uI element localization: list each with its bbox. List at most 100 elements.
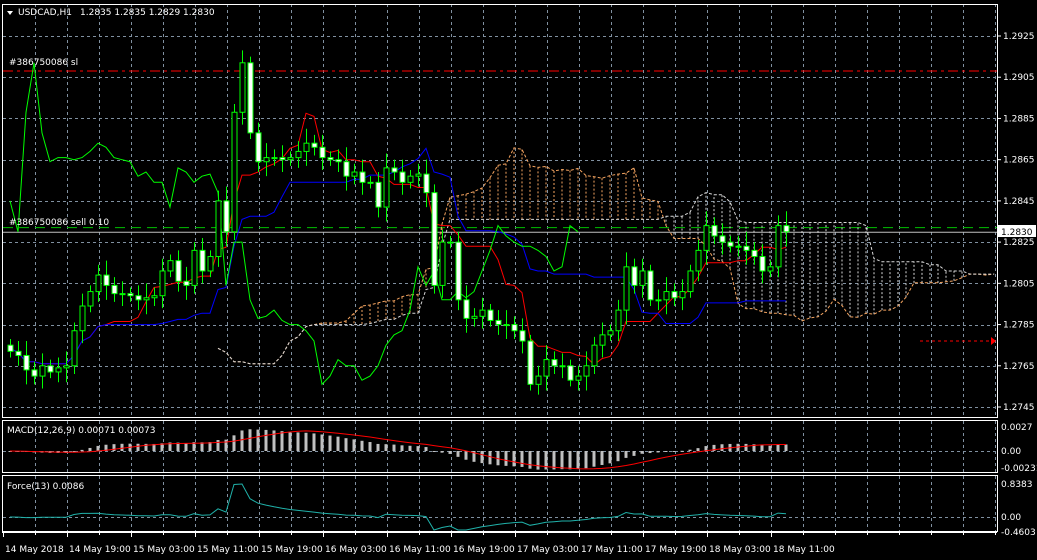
macd-histogram-bar <box>600 451 604 465</box>
candle-body <box>767 266 774 272</box>
candle-body <box>327 157 334 161</box>
kijun-sen-line <box>9 147 786 365</box>
price-axis-label: 1.2885 <box>1003 114 1035 124</box>
macd-histogram-bar <box>552 451 556 470</box>
macd-histogram-bar <box>528 451 532 469</box>
candle-body <box>775 225 782 268</box>
candle-body <box>359 171 366 183</box>
candle-body <box>519 330 526 342</box>
macd-histogram-bar <box>760 445 764 451</box>
macd-histogram-bar <box>680 450 684 452</box>
candle-body <box>503 324 510 327</box>
candle-body <box>623 266 630 311</box>
macd-axis-label: 0.0027 <box>1001 423 1033 433</box>
macd-histogram-bar <box>232 435 236 451</box>
candle-body <box>551 359 558 367</box>
candle-body <box>511 324 518 332</box>
candle-body <box>711 225 718 237</box>
macd-histogram-bar <box>456 451 460 457</box>
time-axis-label: 15 May 03:00 <box>133 545 195 555</box>
macd-histogram-bar <box>440 451 444 453</box>
candle-body <box>351 171 358 177</box>
time-axis-label: 18 May 11:00 <box>773 545 835 555</box>
macd-histogram-bar <box>96 445 100 451</box>
macd-histogram-bar <box>384 444 388 451</box>
candle-body <box>47 365 54 373</box>
candle-body <box>735 245 742 248</box>
candle-body <box>207 256 214 272</box>
macd-histogram-bar <box>264 429 268 451</box>
candle-body <box>143 297 150 301</box>
candle-body <box>271 157 278 160</box>
candle-body <box>423 173 430 194</box>
macd-histogram-bar <box>344 438 348 451</box>
candle-body <box>479 309 486 317</box>
macd-histogram-bar <box>664 451 668 452</box>
price-axis-label: 1.2925 <box>1003 32 1035 42</box>
candle-body <box>615 309 622 332</box>
macd-axis-label: -0.00231 <box>1001 464 1037 474</box>
force-pane-border <box>2 475 998 532</box>
macd-histogram-bar <box>696 448 700 451</box>
candle-body <box>391 167 398 173</box>
time-axis-label: 14 May 2018 <box>5 545 64 555</box>
time-axis-label: 17 May 11:00 <box>581 545 643 555</box>
macd-histogram-bar <box>88 447 92 451</box>
candle-body <box>167 260 174 272</box>
candle-body <box>567 365 574 381</box>
candle-body <box>151 295 158 299</box>
candle-body <box>703 225 710 251</box>
macd-histogram-bar <box>120 443 124 451</box>
macd-histogram-bar <box>368 442 372 451</box>
candle-body <box>255 132 262 163</box>
collapse-triangle-icon[interactable] <box>7 11 13 15</box>
macd-histogram-bar <box>352 439 356 451</box>
candle-body <box>727 241 734 247</box>
senkou-span-a <box>217 147 995 365</box>
candle-body <box>239 62 246 113</box>
time-axis-label: 17 May 19:00 <box>645 545 707 555</box>
price-axis-label: 1.2905 <box>1003 73 1035 83</box>
price-axis-label: 1.2805 <box>1003 279 1035 289</box>
candle-body <box>287 157 294 161</box>
macd-histogram-bar <box>296 432 300 451</box>
macd-histogram-bar <box>512 451 516 467</box>
candle-body <box>135 295 142 301</box>
time-axis-label: 15 May 11:00 <box>197 545 259 555</box>
candle-body <box>607 330 614 336</box>
candle-body <box>279 157 286 161</box>
macd-histogram-bar <box>784 444 788 451</box>
candle-body <box>375 181 382 208</box>
candle-body <box>495 319 502 326</box>
candle-body <box>455 241 462 301</box>
candle-body <box>559 365 566 368</box>
alert-arrow-icon <box>991 337 996 346</box>
force-index-line <box>9 483 787 531</box>
candle-body <box>39 365 46 377</box>
candle-body <box>247 62 254 134</box>
macd-histogram-bar <box>312 433 316 451</box>
chart-canvas[interactable]: 1.29251.29051.28851.28651.28451.28251.28… <box>0 0 1037 560</box>
candle-body <box>79 305 86 332</box>
macd-signal-line <box>9 430 786 470</box>
candle-body <box>447 241 454 244</box>
macd-histogram-bar <box>136 443 140 451</box>
candle-body <box>695 249 702 272</box>
grid <box>3 4 997 531</box>
macd-histogram-bar <box>200 442 204 451</box>
candle-body <box>319 146 326 159</box>
price-axis-label: 1.2785 <box>1003 321 1035 331</box>
macd-histogram-bar <box>504 451 508 466</box>
candle-body <box>111 284 118 295</box>
macd-histogram-bar <box>632 451 636 456</box>
candle-body <box>215 200 222 258</box>
candle-body <box>527 340 534 385</box>
candle-body <box>407 175 414 183</box>
macd-histogram-bar <box>336 436 340 451</box>
candle-body <box>687 270 694 293</box>
candle-body <box>231 111 238 233</box>
time-axis-label: 16 May 03:00 <box>325 545 387 555</box>
candle-body <box>663 291 670 301</box>
candle-body <box>295 150 302 159</box>
macd-histogram-bar <box>376 443 380 451</box>
